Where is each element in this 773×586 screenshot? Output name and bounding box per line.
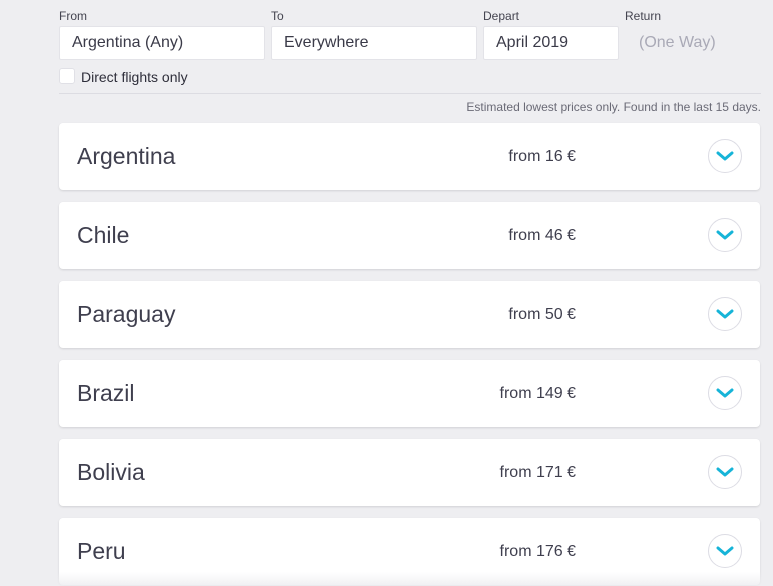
to-label: To (271, 9, 284, 23)
result-card-chile[interactable]: Chile from 46 € (59, 202, 760, 269)
result-card-argentina[interactable]: Argentina from 16 € (59, 123, 760, 190)
result-card-peru[interactable]: Peru from 176 € (59, 518, 760, 585)
divider (59, 93, 761, 94)
result-card-bolivia[interactable]: Bolivia from 171 € (59, 439, 760, 506)
direct-flights-checkbox[interactable] (59, 68, 75, 84)
country-price: from 171 € (499, 464, 576, 481)
country-name: Paraguay (77, 301, 176, 327)
country-name: Bolivia (77, 459, 145, 485)
chevron-down-icon[interactable] (708, 455, 742, 489)
result-card-paraguay[interactable]: Paraguay from 50 € (59, 281, 760, 348)
country-name: Argentina (77, 143, 176, 169)
results-list: Argentina from 16 € Chile from 46 € Para… (59, 123, 760, 586)
direct-flights-label[interactable]: Direct flights only (81, 69, 188, 85)
chevron-down-icon[interactable] (708, 297, 742, 331)
chevron-down-icon[interactable] (708, 534, 742, 568)
country-name: Chile (77, 222, 130, 248)
result-card-brazil[interactable]: Brazil from 149 € (59, 360, 760, 427)
price-disclaimer: Estimated lowest prices only. Found in t… (466, 100, 761, 114)
chevron-down-icon[interactable] (708, 376, 742, 410)
depart-label: Depart (483, 9, 520, 23)
country-price: from 176 € (499, 543, 576, 560)
country-name: Peru (77, 538, 126, 564)
from-input[interactable]: Argentina (Any) (59, 26, 265, 60)
return-label: Return (625, 9, 662, 23)
country-name: Brazil (77, 380, 135, 406)
chevron-down-icon[interactable] (708, 218, 742, 252)
depart-input[interactable]: April 2019 (483, 26, 619, 60)
to-input[interactable]: Everywhere (271, 26, 477, 60)
country-price: from 16 € (508, 148, 576, 165)
from-label: From (59, 9, 87, 23)
return-input[interactable]: (One Way) (639, 26, 716, 60)
country-price: from 50 € (508, 306, 576, 323)
chevron-down-icon[interactable] (708, 139, 742, 173)
country-price: from 149 € (499, 385, 576, 402)
page: From Argentina (Any) To Everywhere Depar… (0, 0, 773, 586)
country-price: from 46 € (508, 227, 576, 244)
